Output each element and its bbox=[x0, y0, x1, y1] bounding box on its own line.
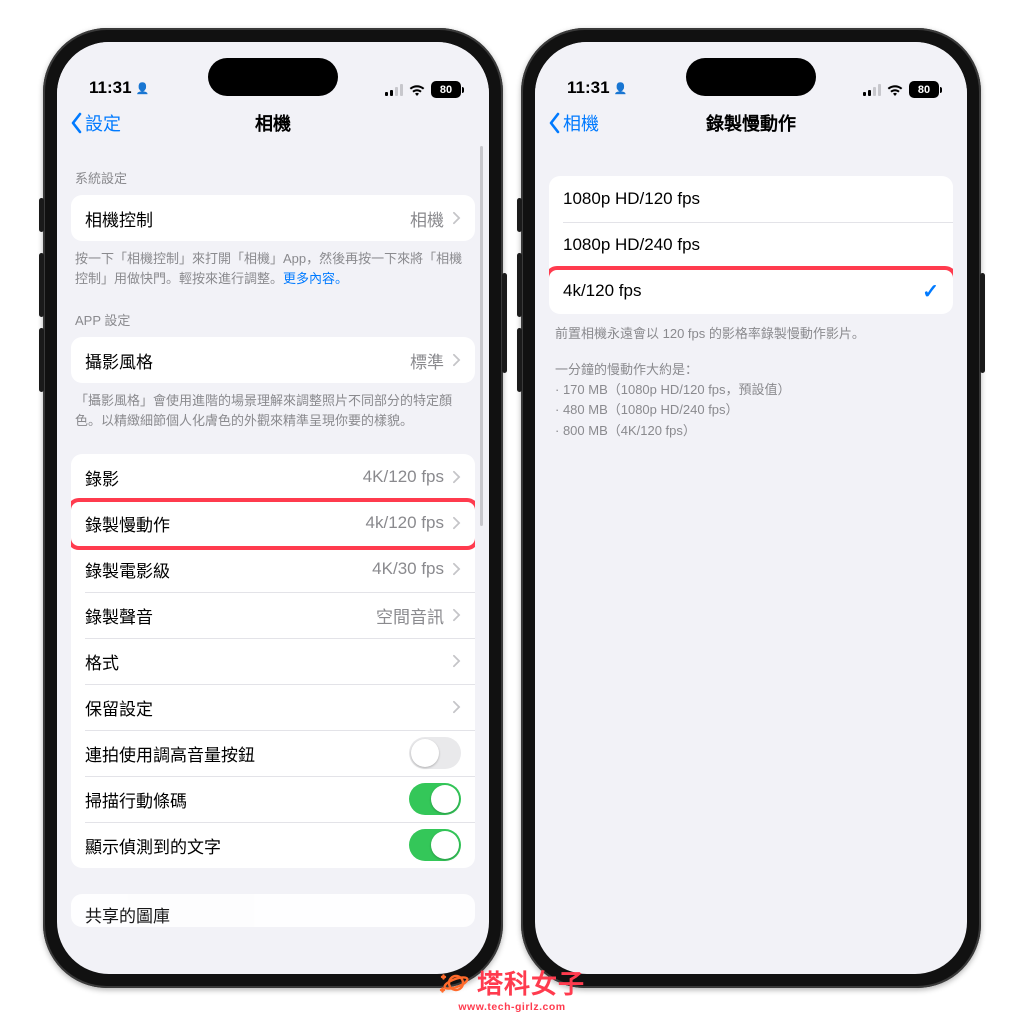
chevron-left-icon bbox=[69, 112, 83, 134]
switch-qr[interactable] bbox=[409, 783, 461, 815]
chevron-right-icon bbox=[452, 516, 461, 530]
footnote-sizes: 一分鐘的慢動作大約是： · 170 MB（1080p HD/120 fps，預設… bbox=[535, 344, 967, 441]
chevron-right-icon bbox=[452, 700, 461, 714]
row-label: 攝影風格 bbox=[85, 348, 153, 373]
footnote-front-camera: 前置相機永遠會以 120 fps 的影格率錄製慢動作影片。 bbox=[535, 314, 967, 344]
watermark-url: www.tech-girlz.com bbox=[458, 1001, 565, 1013]
phone-side-button bbox=[39, 328, 44, 392]
chevron-right-icon bbox=[452, 211, 461, 225]
watermark-text: 塔科女子 bbox=[477, 964, 585, 1001]
chevron-left-icon bbox=[547, 112, 561, 134]
row-record-video[interactable]: 錄影 4K/120 fps bbox=[71, 454, 475, 500]
phone-side-button bbox=[517, 253, 522, 317]
phone-side-button bbox=[39, 198, 44, 232]
row-label: 錄製慢動作 bbox=[85, 511, 170, 536]
row-shared-library[interactable]: 共享的圖庫 bbox=[71, 894, 475, 927]
cell-signal-icon bbox=[385, 84, 403, 96]
chevron-right-icon bbox=[452, 608, 461, 622]
option-label: 1080p HD/120 fps bbox=[563, 189, 700, 209]
dynamic-island bbox=[208, 58, 338, 96]
switch-livetext[interactable] bbox=[409, 829, 461, 861]
back-label: 相機 bbox=[563, 110, 599, 136]
row-value: 相機 bbox=[410, 206, 444, 231]
screen-right: 11:31 👤 80 相機 錄製慢動作 1080p H bbox=[535, 42, 967, 974]
section-header-system: 系統設定 bbox=[57, 146, 489, 195]
row-label: 共享的圖庫 bbox=[85, 902, 170, 927]
row-camera-control[interactable]: 相機控制 相機 bbox=[71, 195, 475, 241]
row-format[interactable]: 格式 bbox=[71, 638, 475, 684]
row-record-slomo[interactable]: 錄製慢動作 4k/120 fps bbox=[71, 500, 475, 546]
wifi-icon bbox=[409, 84, 425, 96]
status-time: 11:31 bbox=[89, 78, 132, 98]
back-button[interactable]: 相機 bbox=[547, 110, 599, 136]
wifi-icon bbox=[887, 84, 903, 96]
row-label: 連拍使用調高音量按鈕 bbox=[85, 741, 255, 766]
back-label: 設定 bbox=[85, 110, 121, 136]
row-record-sound[interactable]: 錄製聲音 空間音訊 bbox=[71, 592, 475, 638]
row-label: 掃描行動條碼 bbox=[85, 787, 187, 812]
row-label: 顯示偵測到的文字 bbox=[85, 833, 221, 858]
row-scan-qr[interactable]: 掃描行動條碼 bbox=[71, 776, 475, 822]
row-label: 格式 bbox=[85, 649, 119, 674]
nav-bar: 相機 錄製慢動作 bbox=[535, 100, 967, 146]
phone-side-button bbox=[502, 273, 507, 373]
back-button[interactable]: 設定 bbox=[69, 110, 121, 136]
section-header-app: APP 設定 bbox=[57, 288, 489, 337]
row-label: 錄製聲音 bbox=[85, 603, 153, 628]
watermark-icon bbox=[439, 970, 469, 996]
status-time: 11:31 bbox=[567, 78, 610, 98]
row-live-text[interactable]: 顯示偵測到的文字 bbox=[71, 822, 475, 868]
phone-right: 11:31 👤 80 相機 錄製慢動作 1080p H bbox=[521, 28, 981, 988]
battery-icon: 80 bbox=[909, 81, 939, 98]
row-value: 4K/120 fps bbox=[363, 467, 444, 487]
footnote-photo-style: 「攝影風格」會使用進階的場景理解來調整照片不同部分的特定顏色。以精緻細節個人化膚… bbox=[57, 383, 489, 430]
option-4k-120[interactable]: 4k/120 fps ✓ bbox=[549, 268, 953, 314]
checkmark-icon: ✓ bbox=[922, 279, 939, 304]
phone-side-button bbox=[517, 198, 522, 232]
page-title: 相機 bbox=[57, 110, 489, 136]
phone-side-button bbox=[980, 273, 985, 373]
nav-bar: 設定 相機 bbox=[57, 100, 489, 146]
switch-burst[interactable] bbox=[409, 737, 461, 769]
chevron-right-icon bbox=[452, 470, 461, 484]
dynamic-island bbox=[686, 58, 816, 96]
row-label: 相機控制 bbox=[85, 206, 153, 231]
page-title: 錄製慢動作 bbox=[535, 110, 967, 136]
footnote-camera-control: 按一下「相機控制」來打開「相機」App，然後再按一下來將「相機控制」用做快門。輕… bbox=[57, 241, 489, 288]
row-value: 4K/30 fps bbox=[372, 559, 444, 579]
option-1080p-120[interactable]: 1080p HD/120 fps bbox=[549, 176, 953, 222]
chevron-right-icon bbox=[452, 353, 461, 367]
more-link[interactable]: 更多內容。 bbox=[283, 271, 348, 286]
row-burst-volume[interactable]: 連拍使用調高音量按鈕 bbox=[71, 730, 475, 776]
option-label: 1080p HD/240 fps bbox=[563, 235, 700, 255]
option-label: 4k/120 fps bbox=[563, 281, 641, 301]
phone-side-button bbox=[39, 253, 44, 317]
chevron-right-icon bbox=[452, 654, 461, 668]
phone-left: 11:31 👤 80 設定 相機 系統設定 bbox=[43, 28, 503, 988]
chevron-right-icon bbox=[452, 562, 461, 576]
row-photo-style[interactable]: 攝影風格 標準 bbox=[71, 337, 475, 383]
cell-signal-icon bbox=[863, 84, 881, 96]
watermark: 塔科女子 bbox=[439, 964, 585, 1001]
row-label: 錄製電影級 bbox=[85, 557, 170, 582]
option-1080p-240[interactable]: 1080p HD/240 fps bbox=[549, 222, 953, 268]
row-record-cinematic[interactable]: 錄製電影級 4K/30 fps bbox=[71, 546, 475, 592]
row-preserve-settings[interactable]: 保留設定 bbox=[71, 684, 475, 730]
battery-icon: 80 bbox=[431, 81, 461, 98]
focus-icon: 👤 bbox=[614, 82, 628, 95]
row-label: 保留設定 bbox=[85, 695, 153, 720]
row-label: 錄影 bbox=[85, 465, 119, 490]
phone-side-button bbox=[517, 328, 522, 392]
row-value: 空間音訊 bbox=[376, 603, 444, 628]
row-value: 標準 bbox=[410, 348, 444, 373]
focus-icon: 👤 bbox=[136, 82, 150, 95]
row-value: 4k/120 fps bbox=[366, 513, 444, 533]
screen-left: 11:31 👤 80 設定 相機 系統設定 bbox=[57, 42, 489, 974]
scroll-indicator[interactable] bbox=[480, 146, 483, 526]
